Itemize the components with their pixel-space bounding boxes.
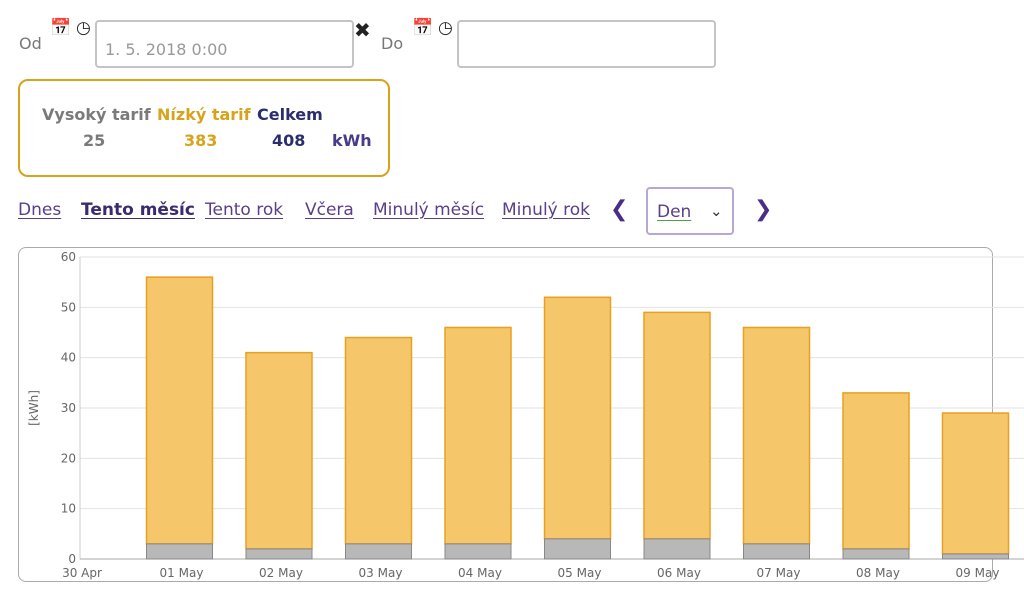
calendar-icon[interactable]: 📅 [412, 20, 433, 37]
period-link-last-year[interactable]: Minulý rok [502, 200, 590, 220]
unit-label: kWh [332, 131, 372, 150]
period-link-this-month[interactable]: Tento měsíc [81, 200, 195, 220]
total-label: Celkem [257, 105, 323, 124]
from-datetime-input[interactable] [95, 20, 354, 68]
chevron-down-icon: ⌄ [710, 202, 723, 220]
total-value: 408 [272, 131, 306, 150]
clock-icon[interactable]: ◷ [438, 20, 453, 37]
calendar-icon[interactable]: 📅 [50, 20, 71, 37]
low-tariff-label: Nízký tarif [157, 105, 251, 124]
chart-frame [18, 247, 993, 582]
to-label: Do [381, 34, 404, 53]
chevron-left-icon[interactable]: ❮ [610, 197, 628, 222]
high-tariff-label: Vysoký tarif [42, 105, 151, 124]
clock-icon[interactable]: ◷ [76, 20, 91, 37]
tariff-summary: Vysoký tarif Nízký tarif Celkem 25 383 4… [18, 79, 390, 177]
period-link-yesterday[interactable]: Včera [305, 200, 354, 220]
period-link-last-month[interactable]: Minulý měsíc [373, 200, 484, 220]
from-label: Od [19, 34, 42, 53]
chevron-right-icon[interactable]: ❯ [754, 197, 772, 222]
granularity-select[interactable]: Den ⌄ [646, 187, 734, 235]
period-link-today[interactable]: Dnes [18, 200, 61, 220]
high-tariff-value: 25 [83, 131, 106, 150]
low-tariff-value: 383 [184, 131, 218, 150]
granularity-value: Den [657, 202, 692, 222]
close-icon[interactable]: ✖ [354, 20, 371, 40]
period-link-this-year[interactable]: Tento rok [205, 200, 283, 220]
to-datetime-input[interactable] [457, 20, 716, 68]
